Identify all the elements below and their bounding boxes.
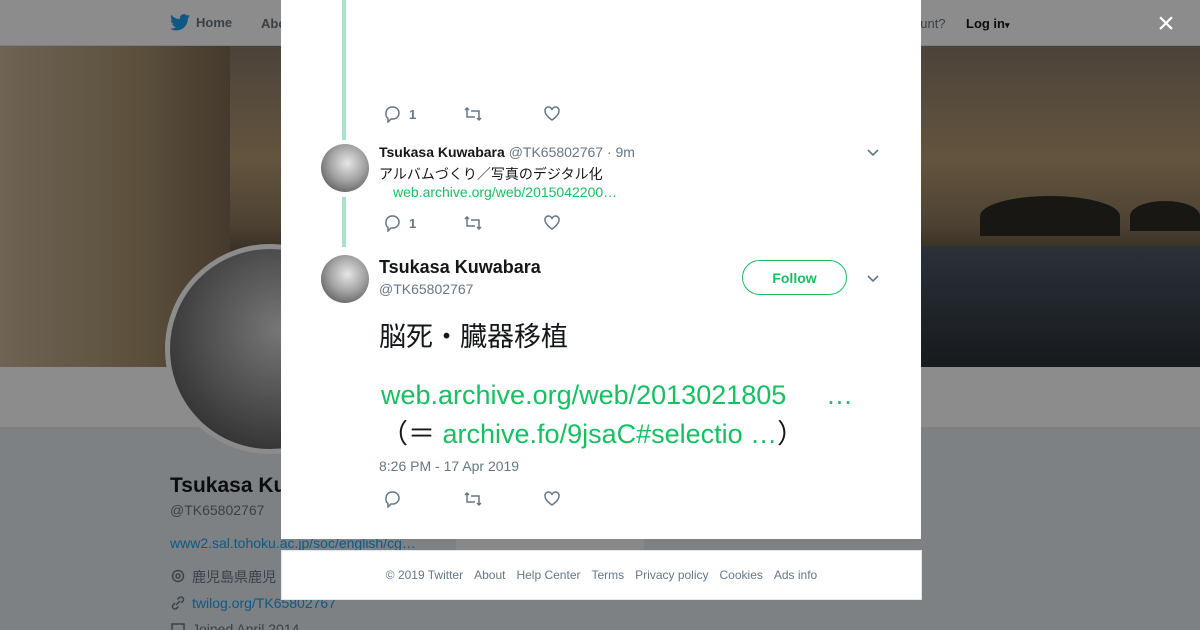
tweet-header: Tsukasa Kuwabara @TK65802767 · 9m <box>379 144 635 160</box>
footer-copyright: © 2019 Twitter <box>385 568 464 582</box>
tweet-link[interactable]: web.archive.org/web/2015042200… <box>393 184 617 200</box>
chevron-down-icon[interactable] <box>866 271 880 285</box>
reply-count: 1 <box>409 106 417 122</box>
heart-icon <box>544 106 560 121</box>
heart-icon <box>544 491 560 506</box>
main-tweet-timestamp[interactable]: 8:26 PM - 17 Apr 2019 <box>379 458 519 474</box>
chevron-down-icon[interactable] <box>866 145 880 159</box>
main-tweet-link2[interactable]: archive.fo/9jsaC#selectio … <box>443 419 778 449</box>
close-icon[interactable]: × <box>1150 8 1182 40</box>
retweet-icon <box>464 215 482 231</box>
tweet-actions: 1 <box>383 105 623 123</box>
main-tweet-author-name[interactable]: Tsukasa Kuwabara <box>379 257 541 278</box>
like-button[interactable] <box>543 490 623 508</box>
main-tweet-avatar[interactable] <box>321 255 369 303</box>
thread-connector <box>342 197 346 247</box>
main-tweet-link[interactable]: web.archive.org/web/2013021805 <box>381 380 786 411</box>
main-tweet-author-handle[interactable]: @TK65802767 <box>379 281 473 297</box>
tweet-author-name[interactable]: Tsukasa Kuwabara <box>379 144 505 160</box>
paren-close: ） <box>777 419 805 449</box>
main-tweet-text: 脳死・臓器移植 <box>379 322 568 352</box>
footer-cookies[interactable]: Cookies <box>720 568 763 582</box>
retweet-icon <box>464 491 482 507</box>
follow-button[interactable]: Follow <box>742 260 847 295</box>
tweet-avatar[interactable] <box>321 144 369 192</box>
main-tweet-line2: （＝ archive.fo/9jsaC#selectio …） <box>381 412 804 451</box>
reply-button[interactable] <box>383 490 463 508</box>
footer-help-center[interactable]: Help Center <box>516 568 580 582</box>
reply-count: 1 <box>409 215 417 231</box>
retweet-button[interactable] <box>463 490 543 508</box>
retweet-button[interactable] <box>463 105 543 123</box>
footer-terms[interactable]: Terms <box>591 568 624 582</box>
modal-footer: © 2019 Twitter About Help Center Terms P… <box>281 550 922 600</box>
footer-ads-info[interactable]: Ads info <box>774 568 817 582</box>
tweet-text: アルバムづくり／写真のデジタル化 <box>379 166 603 182</box>
thread-connector <box>342 0 346 140</box>
tweet-actions: 1 <box>383 214 623 232</box>
main-tweet-link-ellipsis[interactable]: … <box>826 380 853 411</box>
retweet-button[interactable] <box>463 214 543 232</box>
like-button[interactable] <box>543 214 623 232</box>
tweet-author-handle[interactable]: @TK65802767 <box>509 144 603 160</box>
reply-icon <box>385 215 400 232</box>
reply-button[interactable]: 1 <box>383 105 463 123</box>
main-tweet-actions <box>383 490 623 508</box>
reply-icon <box>385 491 400 508</box>
like-button[interactable] <box>543 105 623 123</box>
heart-icon <box>544 215 560 230</box>
tweet-permalink-modal: 1 Tsukasa Kuwabara @TK65802767 · 9m アルバム… <box>281 0 921 539</box>
retweet-icon <box>464 106 482 122</box>
reply-icon <box>385 106 400 123</box>
tweet-time[interactable]: · 9m <box>607 144 635 160</box>
reply-button[interactable]: 1 <box>383 214 463 232</box>
footer-privacy[interactable]: Privacy policy <box>635 568 708 582</box>
paren-open: （＝ <box>381 419 435 449</box>
footer-about[interactable]: About <box>474 568 505 582</box>
